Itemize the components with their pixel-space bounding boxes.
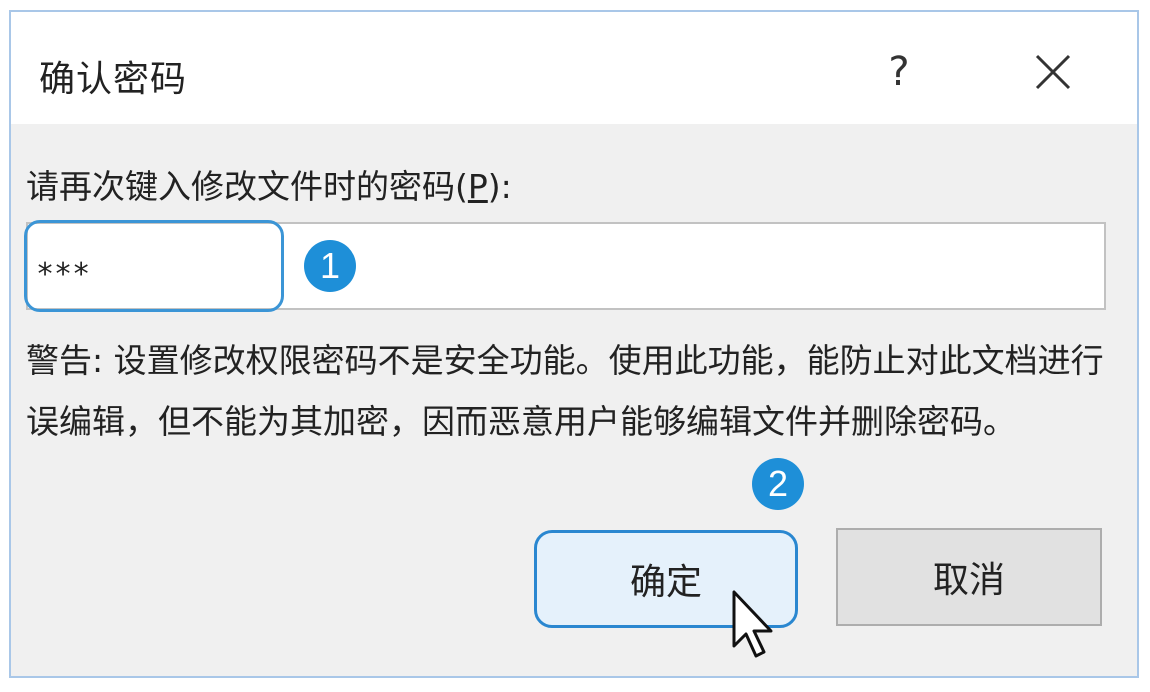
- prompt-accelerator: P: [467, 167, 488, 206]
- prompt-text: 请再次键入修改文件时的密码(: [26, 167, 468, 206]
- warning-text: 警告: 设置修改权限密码不是安全功能。使用此功能，能防止对此文档进行误编辑，但不…: [26, 341, 1104, 441]
- help-button[interactable]: ?: [869, 42, 929, 102]
- mouse-pointer-icon: [732, 590, 773, 658]
- close-icon: [1035, 54, 1071, 90]
- password-input[interactable]: [26, 222, 1106, 310]
- prompt-suffix: ):: [487, 167, 512, 206]
- dialog-title: 确认密码: [39, 59, 188, 100]
- password-prompt-label: 请再次键入修改文件时的密码(P):: [26, 160, 512, 208]
- close-button[interactable]: [1023, 42, 1083, 102]
- dialog-titlebar: 确认密码 ?: [11, 12, 1137, 124]
- step-2-badge: 2: [752, 458, 804, 510]
- cancel-button[interactable]: 取消: [836, 528, 1102, 626]
- step-1-badge: 1: [304, 240, 356, 292]
